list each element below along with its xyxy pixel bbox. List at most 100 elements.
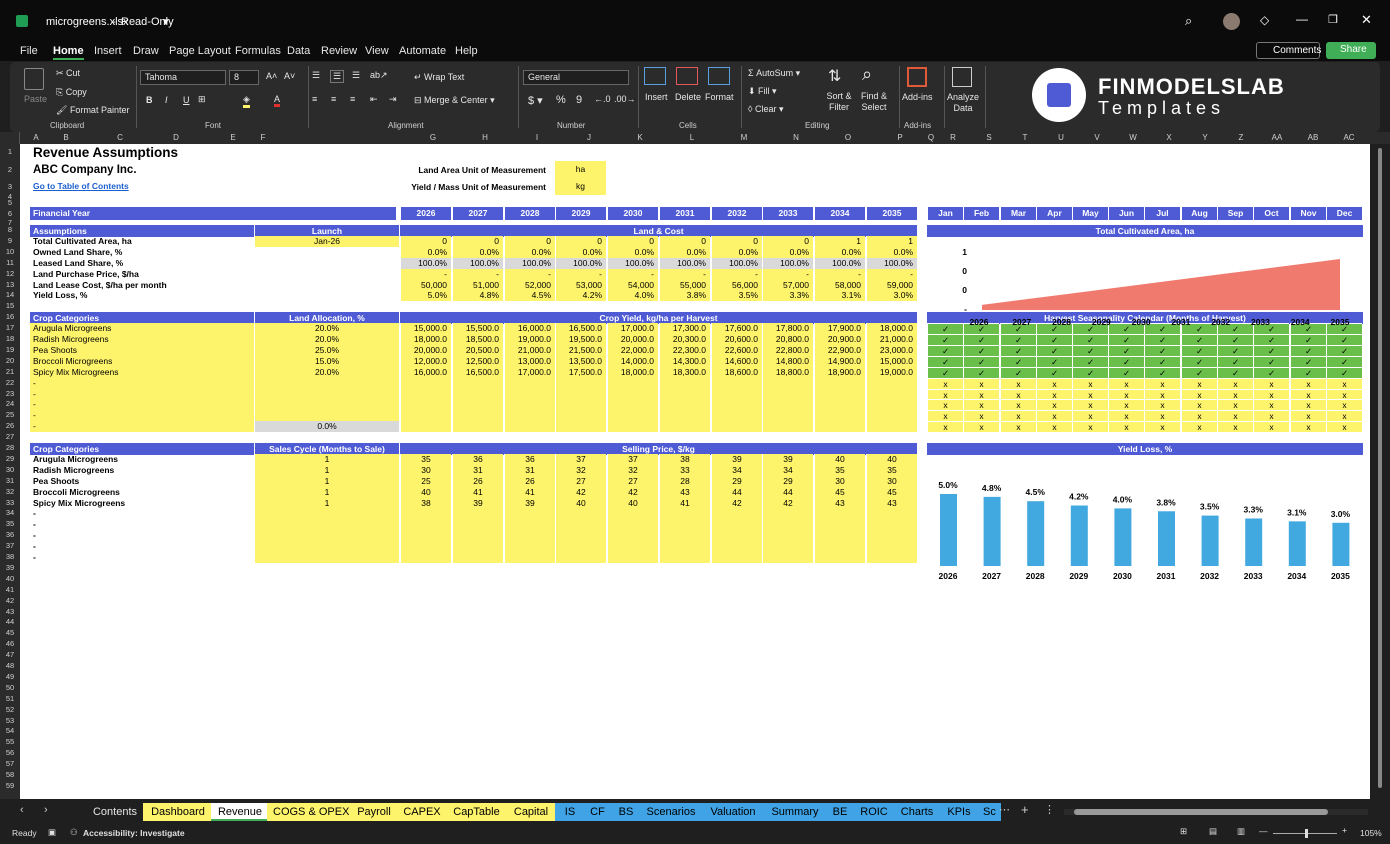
crop-yield-blank[interactable]: [452, 377, 503, 389]
crop-name[interactable]: Broccoli Microgreens: [30, 355, 254, 367]
harvest-cross-cell[interactable]: x: [1000, 421, 1036, 433]
row-header[interactable]: 53: [0, 716, 20, 727]
indent-decrease-icon[interactable]: ⇤: [370, 94, 378, 105]
crop-yield-blank[interactable]: [711, 421, 762, 433]
row-header[interactable]: 2: [0, 160, 20, 179]
wrap-text-button[interactable]: ↵ Wrap Text: [414, 72, 464, 83]
crop-yield-cell[interactable]: 20,000.0: [607, 334, 658, 345]
selling-price-blank[interactable]: [400, 530, 451, 542]
selling-price-cell[interactable]: 38: [659, 453, 710, 465]
land-value-cell[interactable]: 0: [504, 235, 555, 247]
crop-yield-cell[interactable]: 21,000.0: [504, 344, 555, 356]
diamond-icon[interactable]: ◇: [1260, 13, 1269, 27]
zoom-slider[interactable]: [1273, 829, 1337, 838]
harvest-check-cell[interactable]: ✓: [1253, 334, 1289, 345]
harvest-check-cell[interactable]: ✓: [1253, 355, 1289, 367]
crop-yield-cell[interactable]: 16,500.0: [452, 366, 503, 378]
selling-price-cell[interactable]: 35: [400, 453, 451, 465]
harvest-check-cell[interactable]: ✓: [1000, 344, 1036, 356]
orientation-icon[interactable]: ab↗: [370, 70, 388, 81]
harvest-cross-cell[interactable]: x: [1036, 388, 1072, 400]
align-left-icon[interactable]: ≡: [312, 94, 317, 104]
sheet-tab[interactable]: CAPEX: [397, 803, 447, 821]
harvest-check-cell[interactable]: ✓: [1290, 355, 1326, 367]
selling-price-cell[interactable]: 39: [711, 453, 762, 465]
crop-allocation[interactable]: 15.0%: [255, 355, 399, 367]
paste-label[interactable]: Paste: [24, 94, 47, 104]
sheet-tab[interactable]: Payroll: [349, 803, 399, 821]
land-value-cell[interactable]: 56,000: [711, 279, 762, 291]
land-value-cell[interactable]: 52,000: [504, 279, 555, 291]
sort-filter-icon[interactable]: ⇅: [828, 66, 841, 86]
harvest-check-cell[interactable]: ✓: [1290, 344, 1326, 356]
column-header[interactable]: E: [219, 133, 247, 142]
crop-allocation-blank[interactable]: [255, 388, 399, 400]
harvest-check-cell[interactable]: ✓: [927, 366, 963, 378]
row-header[interactable]: 50: [0, 683, 20, 694]
sheet-tab[interactable]: Valuation: [701, 803, 765, 821]
crop-yield-cell[interactable]: 13,000.0: [504, 355, 555, 367]
menu-data[interactable]: Data: [287, 45, 310, 60]
percent-icon[interactable]: %: [556, 94, 566, 106]
row-header[interactable]: 36: [0, 530, 20, 541]
row-header[interactable]: 22: [0, 378, 20, 389]
row-header[interactable]: 20: [0, 356, 20, 367]
row-header[interactable]: 29: [0, 454, 20, 465]
crop-yield-blank[interactable]: [866, 421, 917, 433]
column-header[interactable]: T: [1011, 133, 1039, 142]
selling-price-cell[interactable]: 39: [504, 497, 555, 509]
harvest-cross-cell[interactable]: x: [1290, 410, 1326, 422]
selling-price-blank[interactable]: [400, 541, 451, 553]
menu-automate[interactable]: Automate: [399, 45, 446, 60]
row-header[interactable]: 48: [0, 661, 20, 672]
crop-yield-blank[interactable]: [762, 388, 813, 400]
crop-name-blank[interactable]: -: [30, 421, 254, 433]
selling-price-cell[interactable]: 42: [555, 486, 606, 498]
selling-price-blank[interactable]: [504, 519, 555, 531]
land-value-cell[interactable]: 50,000: [400, 279, 451, 291]
land-value-cell[interactable]: 100.0%: [504, 257, 555, 269]
selling-price-blank[interactable]: [659, 519, 710, 531]
crop-yield-cell[interactable]: 20,000.0: [400, 344, 451, 356]
harvest-check-cell[interactable]: ✓: [1036, 344, 1072, 356]
harvest-cross-cell[interactable]: x: [963, 410, 999, 422]
selling-price-cell[interactable]: 38: [400, 497, 451, 509]
crop-yield-cell[interactable]: 17,000.0: [607, 323, 658, 335]
land-value-cell[interactable]: 4.0%: [607, 290, 658, 302]
column-header[interactable]: I: [523, 133, 551, 142]
harvest-cross-cell[interactable]: x: [1108, 377, 1144, 389]
selling-price-blank[interactable]: [866, 530, 917, 542]
crop-yield-blank[interactable]: [866, 410, 917, 422]
row-header[interactable]: 46: [0, 639, 20, 650]
crop-yield-blank[interactable]: [555, 421, 606, 433]
zoom-out-icon[interactable]: —: [1259, 826, 1268, 836]
crop-yield-cell[interactable]: 17,500.0: [555, 366, 606, 378]
crop-yield-cell[interactable]: 22,900.0: [814, 344, 865, 356]
selling-price-cell[interactable]: 32: [555, 464, 606, 476]
menu-draw[interactable]: Draw: [133, 45, 159, 60]
crop-yield-cell[interactable]: 21,500.0: [555, 344, 606, 356]
land-value-cell[interactable]: -: [607, 268, 658, 280]
increase-font-icon[interactable]: A˄: [266, 71, 277, 81]
column-header[interactable]: L: [678, 133, 706, 142]
crop-yield-blank[interactable]: [452, 410, 503, 422]
sheet-tab[interactable]: Charts: [893, 803, 941, 821]
column-header[interactable]: X: [1155, 133, 1183, 142]
harvest-check-cell[interactable]: ✓: [1144, 334, 1180, 345]
crop-yield-cell[interactable]: 20,500.0: [452, 344, 503, 356]
selling-price-cell[interactable]: 39: [762, 453, 813, 465]
harvest-check-cell[interactable]: ✓: [963, 344, 999, 356]
crop-yield-cell[interactable]: 22,300.0: [659, 344, 710, 356]
sheet-tab[interactable]: CapTable: [445, 803, 508, 821]
harvest-check-cell[interactable]: ✓: [1108, 344, 1144, 356]
selling-price-blank[interactable]: [607, 508, 658, 520]
toc-link[interactable]: Go to Table of Contents: [33, 181, 129, 192]
crop-yield-cell[interactable]: 14,000.0: [607, 355, 658, 367]
selling-price-cell[interactable]: 30: [866, 475, 917, 487]
crop-yield-blank[interactable]: [400, 421, 451, 433]
harvest-cross-cell[interactable]: x: [1144, 377, 1180, 389]
crop-yield-cell[interactable]: 22,600.0: [711, 344, 762, 356]
crop-yield-cell[interactable]: 14,600.0: [711, 355, 762, 367]
row-header[interactable]: 41: [0, 585, 20, 596]
harvest-cross-cell[interactable]: x: [1290, 399, 1326, 411]
